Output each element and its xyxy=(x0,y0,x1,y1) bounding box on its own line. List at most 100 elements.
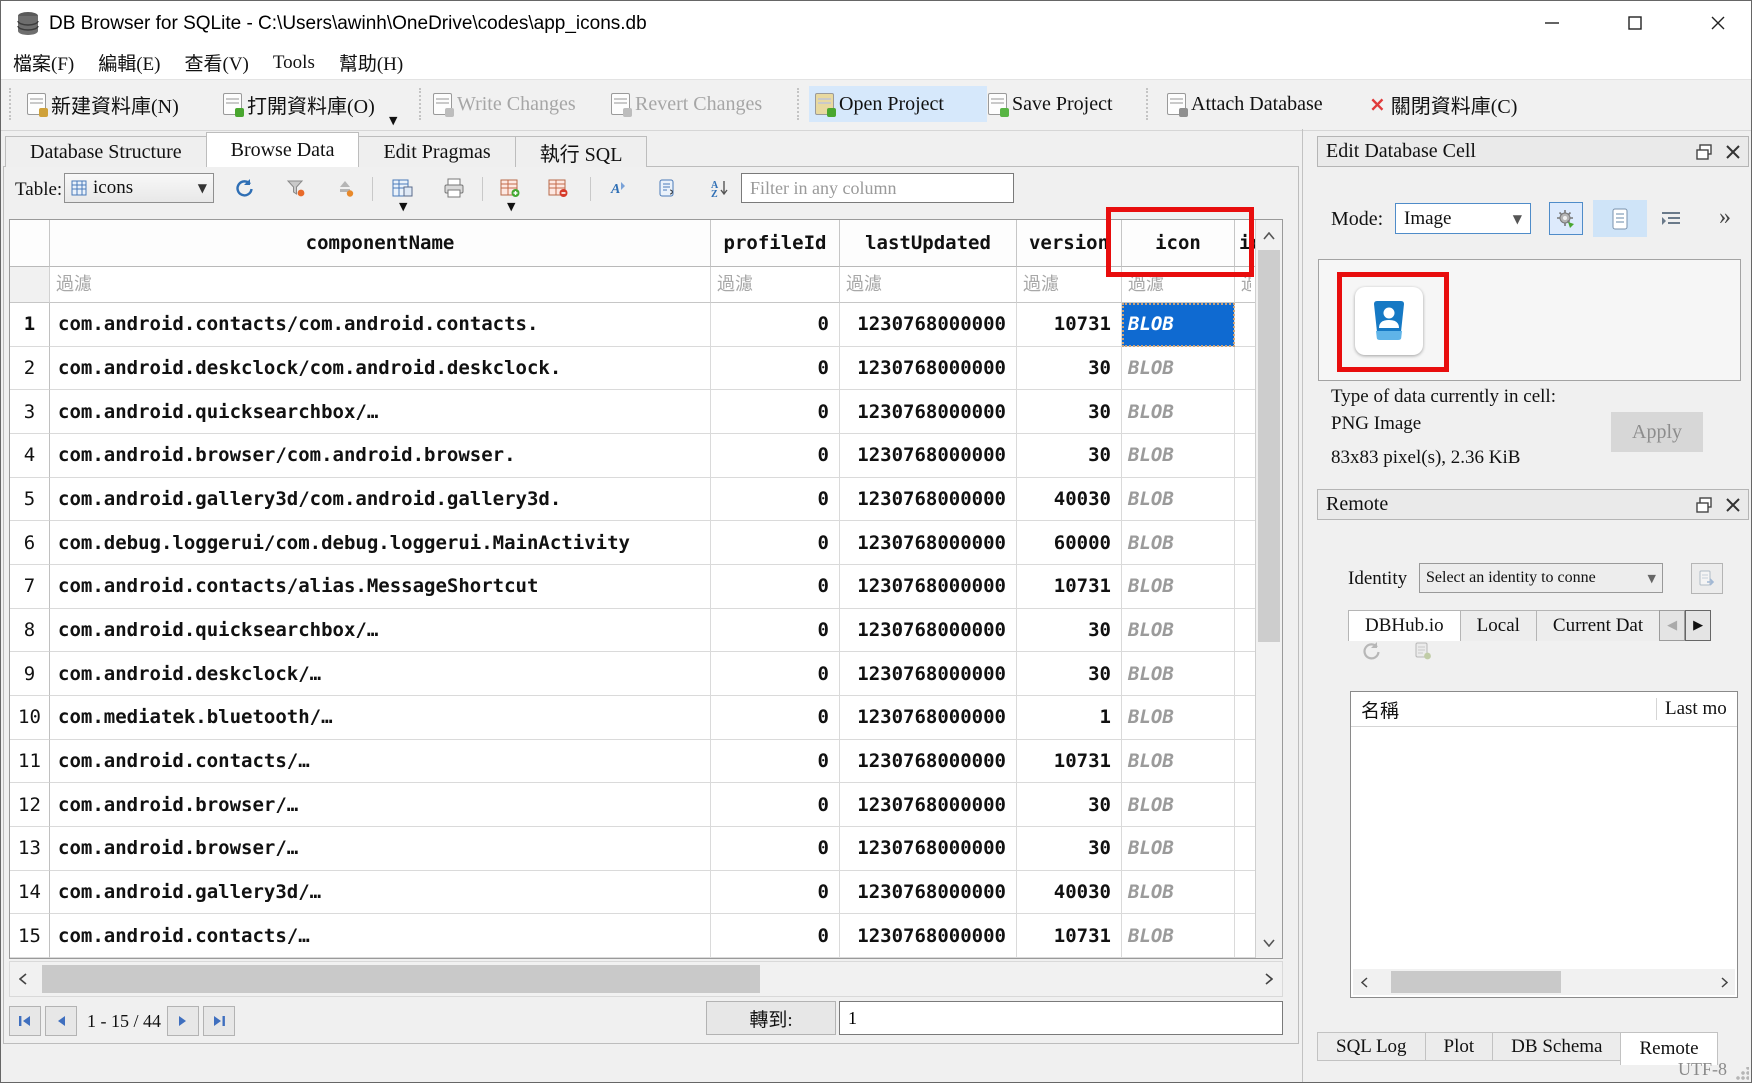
cell-componentname[interactable]: com.android.gallery3d/com.android.galler… xyxy=(50,478,711,522)
last-page-button[interactable] xyxy=(203,1006,235,1036)
cell-profileid[interactable]: 0 xyxy=(711,783,840,827)
scroll-right-icon[interactable] xyxy=(1256,962,1282,996)
cell-extra[interactable] xyxy=(1235,871,1256,915)
clear-filters-icon[interactable] xyxy=(283,175,309,201)
word-wrap-icon[interactable] xyxy=(655,175,681,201)
cell-icon[interactable]: BLOB xyxy=(1122,696,1235,740)
remote-refresh-icon[interactable] xyxy=(1361,641,1381,661)
cell-version[interactable]: 30 xyxy=(1017,827,1122,871)
row-number[interactable]: 1 xyxy=(10,303,50,347)
tab-database-structure[interactable]: Database Structure xyxy=(5,136,207,167)
float-panel-icon[interactable] xyxy=(1696,497,1712,513)
minimize-button[interactable] xyxy=(1527,3,1577,43)
sort-icon[interactable] xyxy=(332,175,358,201)
remote-list-scroll-thumb[interactable] xyxy=(1391,971,1561,993)
apply-button[interactable]: Apply xyxy=(1611,412,1703,452)
menu-file[interactable]: 檔案(F) xyxy=(1,47,86,78)
cell-componentname[interactable]: com.android.gallery3d/… xyxy=(50,871,711,915)
menu-view[interactable]: 查看(V) xyxy=(173,47,261,78)
cell-icon[interactable]: BLOB xyxy=(1122,521,1235,565)
menu-tools[interactable]: Tools xyxy=(261,50,327,76)
cell-profileid[interactable]: 0 xyxy=(711,521,840,565)
cell-extra[interactable] xyxy=(1235,434,1256,478)
scroll-left-icon[interactable] xyxy=(1353,969,1375,995)
print-icon[interactable] xyxy=(441,175,467,201)
cell-componentname[interactable]: com.android.contacts/alias.MessageShortc… xyxy=(50,565,711,609)
cell-version[interactable]: 30 xyxy=(1017,434,1122,478)
close-panel-icon[interactable] xyxy=(1726,498,1740,512)
identity-select[interactable]: Select an identity to conne ▼ xyxy=(1419,563,1663,593)
cell-version[interactable]: 40030 xyxy=(1017,478,1122,522)
cell-version[interactable]: 30 xyxy=(1017,609,1122,653)
cell-lastupdated[interactable]: 1230768000000 xyxy=(840,827,1017,871)
cell-version[interactable]: 10731 xyxy=(1017,740,1122,784)
cell-version[interactable]: 1 xyxy=(1017,696,1122,740)
cell-componentname[interactable]: com.android.contacts/… xyxy=(50,740,711,784)
tab-scroll-right-icon[interactable]: ▶ xyxy=(1685,610,1711,641)
save-records-dropdown-arrow[interactable]: ▼ xyxy=(399,200,407,213)
row-number[interactable]: 9 xyxy=(10,652,50,696)
cell-profileid[interactable]: 0 xyxy=(711,303,840,347)
cell-version[interactable]: 30 xyxy=(1017,347,1122,391)
remote-list-header-lastmodified[interactable]: Last mo xyxy=(1656,698,1737,720)
cell-profileid[interactable]: 0 xyxy=(711,390,840,434)
cell-componentname[interactable]: com.android.browser/… xyxy=(50,783,711,827)
expand-toolbar-icon[interactable]: » xyxy=(1719,204,1731,231)
cell-profileid[interactable]: 0 xyxy=(711,827,840,871)
cell-componentname[interactable]: com.android.browser/… xyxy=(50,827,711,871)
remote-list-horizontal-scrollbar[interactable] xyxy=(1353,969,1735,995)
filter-lastupdated-input[interactable] xyxy=(840,267,1016,302)
cell-extra[interactable] xyxy=(1235,347,1256,391)
tab-edit-pragmas[interactable]: Edit Pragmas xyxy=(358,136,515,167)
tab-db-schema[interactable]: DB Schema xyxy=(1492,1032,1621,1061)
open-database-dropdown-arrow[interactable]: ▼ xyxy=(389,114,397,127)
dock-splitter[interactable] xyxy=(1302,129,1303,1083)
cell-lastupdated[interactable]: 1230768000000 xyxy=(840,696,1017,740)
attach-database-button[interactable]: Attach Database xyxy=(1161,86,1329,122)
filter-componentname-input[interactable] xyxy=(50,267,710,302)
cell-icon[interactable]: BLOB xyxy=(1122,652,1235,696)
scroll-left-icon[interactable] xyxy=(10,962,36,996)
write-changes-button[interactable]: Write Changes xyxy=(427,86,582,122)
cell-extra[interactable] xyxy=(1235,696,1256,740)
cell-version[interactable]: 10731 xyxy=(1017,303,1122,347)
column-header-lastupdated[interactable]: lastUpdated xyxy=(840,220,1017,267)
cell-lastupdated[interactable]: 1230768000000 xyxy=(840,565,1017,609)
table-select[interactable]: icons ▼ xyxy=(64,173,214,203)
row-number[interactable]: 4 xyxy=(10,434,50,478)
open-project-button[interactable]: Open Project xyxy=(809,86,987,122)
font-format-icon[interactable]: A xyxy=(605,175,631,201)
encoding-status-label[interactable]: UTF-8 xyxy=(1678,1059,1727,1080)
remote-clone-database-icon[interactable] xyxy=(1413,641,1433,661)
insert-record-icon[interactable] xyxy=(497,175,523,201)
sort-az-icon[interactable]: AZ xyxy=(707,175,733,201)
cell-lastupdated[interactable]: 1230768000000 xyxy=(840,478,1017,522)
text-view-button[interactable] xyxy=(1593,200,1647,237)
previous-page-button[interactable] xyxy=(45,1006,77,1036)
cell-componentname[interactable]: com.mediatek.bluetooth/… xyxy=(50,696,711,740)
goto-record-input[interactable] xyxy=(839,1001,1283,1035)
row-number[interactable]: 3 xyxy=(10,390,50,434)
cell-version[interactable]: 10731 xyxy=(1017,565,1122,609)
cell-version[interactable]: 30 xyxy=(1017,783,1122,827)
import-data-button[interactable] xyxy=(1549,202,1583,235)
cell-extra[interactable] xyxy=(1235,740,1256,784)
open-database-button[interactable]: 打開資料庫(O) xyxy=(217,86,381,122)
grid-vertical-scrollbar[interactable] xyxy=(1255,220,1282,958)
scroll-right-icon[interactable] xyxy=(1713,969,1735,995)
maximize-button[interactable] xyxy=(1610,3,1660,43)
row-number[interactable]: 8 xyxy=(10,609,50,653)
float-panel-icon[interactable] xyxy=(1696,144,1712,160)
filter-profileid-input[interactable] xyxy=(711,267,839,302)
insert-record-dropdown-arrow[interactable]: ▼ xyxy=(507,200,515,213)
cell-icon[interactable]: BLOB xyxy=(1122,434,1235,478)
window-resize-grip[interactable] xyxy=(1735,1067,1749,1081)
cell-icon[interactable]: BLOB xyxy=(1122,347,1235,391)
cell-profileid[interactable]: 0 xyxy=(711,652,840,696)
mode-select[interactable]: Image ▼ xyxy=(1395,203,1531,234)
scroll-up-icon[interactable] xyxy=(1256,222,1282,250)
cell-lastupdated[interactable]: 1230768000000 xyxy=(840,609,1017,653)
cell-icon[interactable]: BLOB xyxy=(1122,303,1235,347)
row-number[interactable]: 15 xyxy=(10,914,50,958)
cell-profileid[interactable]: 0 xyxy=(711,565,840,609)
